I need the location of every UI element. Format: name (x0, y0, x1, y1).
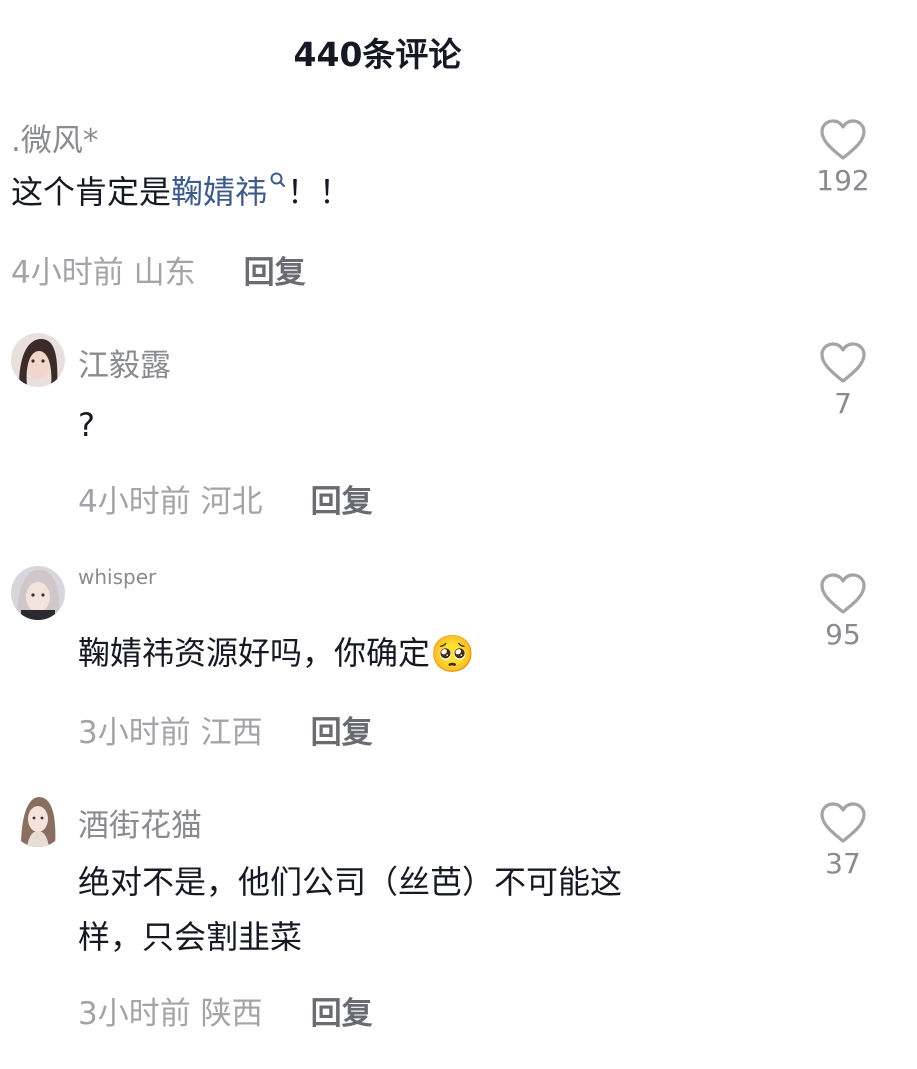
reply-button[interactable]: 回复 (244, 255, 306, 291)
page-title: 440条评论 (293, 35, 462, 74)
comment-text-line: 绝对不是，他们公司（丝芭）不可能这 (78, 863, 623, 901)
comment-time: 4小时前 (78, 484, 191, 520)
comment-meta: 4小时前 山东 回复 (11, 247, 306, 292)
comment-location: 陕西 (200, 996, 263, 1032)
like-count: 7 (834, 387, 852, 420)
like-count: 37 (825, 847, 861, 880)
like-button[interactable]: 37 (815, 801, 871, 880)
comment-text-prefix: 这个肯定是 (11, 173, 172, 211)
heart-outline-icon (820, 342, 866, 383)
comment-username[interactable]: whisper (78, 565, 156, 589)
comment-location: 江西 (200, 715, 263, 751)
comment-text: 鞠婧祎资源好吗，你确定🥺 (78, 626, 475, 682)
comment-time: 4小时前 (11, 255, 124, 291)
like-count: 95 (825, 618, 861, 651)
avatar[interactable] (11, 566, 65, 620)
avatar[interactable] (11, 793, 65, 847)
heart-outline-icon (820, 573, 866, 614)
comment-location: 山东 (133, 255, 196, 291)
avatar-image (11, 333, 65, 387)
comment-location: 河北 (200, 484, 263, 520)
comment-text: ? (78, 406, 95, 444)
avatar[interactable] (11, 333, 65, 387)
like-button[interactable]: 7 (815, 341, 871, 420)
comment-meta: 3小时前 陕西 回复 (78, 988, 373, 1033)
comment-text-suffix: ！！ (287, 173, 352, 211)
like-count: 192 (816, 164, 870, 197)
search-link-label: 鞠婧祎 (171, 173, 268, 211)
reply-button[interactable]: 回复 (311, 715, 373, 751)
heart-outline-icon (820, 119, 866, 160)
comment-username[interactable]: 江毅露 (78, 340, 171, 385)
like-button[interactable]: 192 (815, 118, 871, 197)
comment-text: 这个肯定是鞠婧祎 ！！ (11, 165, 351, 220)
comment-username[interactable]: 酒街花猫 (78, 800, 202, 845)
reply-button[interactable]: 回复 (311, 484, 373, 520)
comment-text-line: 样，只会割韭菜 (78, 918, 303, 956)
pleading-face-emoji: 🥺 (430, 634, 475, 675)
avatar-image (11, 793, 65, 847)
comment-text: 绝对不是，他们公司（丝芭）不可能这 样，只会割韭菜 (78, 855, 622, 965)
comment-username[interactable]: .微风* (11, 115, 98, 160)
search-icon (270, 172, 286, 187)
comment-meta: 3小时前 江西 回复 (78, 707, 373, 752)
search-link[interactable]: 鞠婧祎 (171, 172, 287, 211)
comment-time: 3小时前 (78, 715, 191, 751)
avatar-image (11, 566, 65, 620)
heart-outline-icon (820, 802, 866, 843)
comment-meta: 4小时前 河北 回复 (78, 476, 373, 521)
comment-text-body: 鞠婧祎资源好吗，你确定 (78, 634, 431, 672)
comment-time: 3小时前 (78, 996, 191, 1032)
reply-button[interactable]: 回复 (311, 996, 373, 1032)
like-button[interactable]: 95 (815, 572, 871, 651)
